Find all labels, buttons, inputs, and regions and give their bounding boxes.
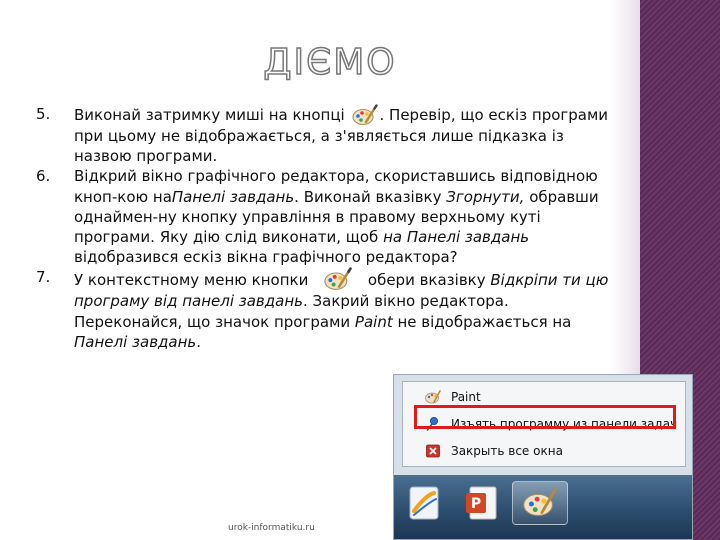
taskbar-button-paint[interactable] — [512, 481, 568, 525]
paint-icon — [425, 389, 441, 405]
item-italic: на Панелі завдань — [383, 228, 530, 247]
item-text: . Виконай вказівку — [294, 187, 442, 206]
item-number: 6. — [36, 167, 51, 186]
item-text: обери вказівку — [367, 271, 486, 290]
slide-title-text: ДІЄМО — [263, 42, 396, 83]
menu-item-label: Paint — [451, 390, 481, 404]
item-italic: Paint — [354, 312, 393, 331]
item-text: відобразився ескіз вікна графічного реда… — [74, 248, 458, 267]
paint-icon — [321, 267, 355, 291]
item-text: не відображається на — [397, 312, 572, 331]
item-number: 5. — [36, 105, 51, 123]
close-window-icon — [425, 443, 441, 459]
list-item: 5. Виконай затримку миші на кнопці . Пер… — [36, 104, 616, 166]
taskbar-button-editor[interactable] — [396, 481, 452, 525]
menu-item-label: Закрыть все окна — [451, 444, 563, 458]
menu-item-close-all[interactable]: Закрыть все окна — [403, 440, 685, 462]
svg-text:P: P — [471, 496, 481, 512]
item-text: Виконай затримку миші на кнопці — [74, 106, 345, 124]
paint-icon — [352, 104, 378, 126]
item-italic: Панелі завдань — [171, 187, 295, 206]
taskbar-button-powerpoint[interactable]: P — [454, 481, 510, 525]
item-text: У контекстному меню кнопки — [74, 271, 309, 290]
paint-icon — [523, 488, 557, 516]
item-italic: Панелі завдань — [74, 332, 197, 351]
footer-source: urok-informatiku.ru — [228, 523, 315, 533]
editor-icon — [409, 486, 439, 520]
taskbar-screenshot: Paint Изъять программу из панели задач З… — [393, 374, 693, 540]
powerpoint-icon: P — [466, 486, 497, 520]
highlight-frame — [414, 405, 676, 429]
item-number: 7. — [36, 268, 51, 287]
item-italic: Згорнути, — [446, 187, 525, 206]
item-text: . — [196, 332, 202, 351]
slide-title: ДІЄМО — [260, 36, 400, 84]
list-item: 7. У контекстному меню кнопки обери вказ… — [36, 267, 616, 352]
taskbar: P — [394, 475, 692, 539]
list-item: 6. Відкрий вікно графічного редактора, с… — [36, 166, 616, 267]
task-list: 5. Виконай затримку миші на кнопці . Пер… — [36, 104, 616, 352]
